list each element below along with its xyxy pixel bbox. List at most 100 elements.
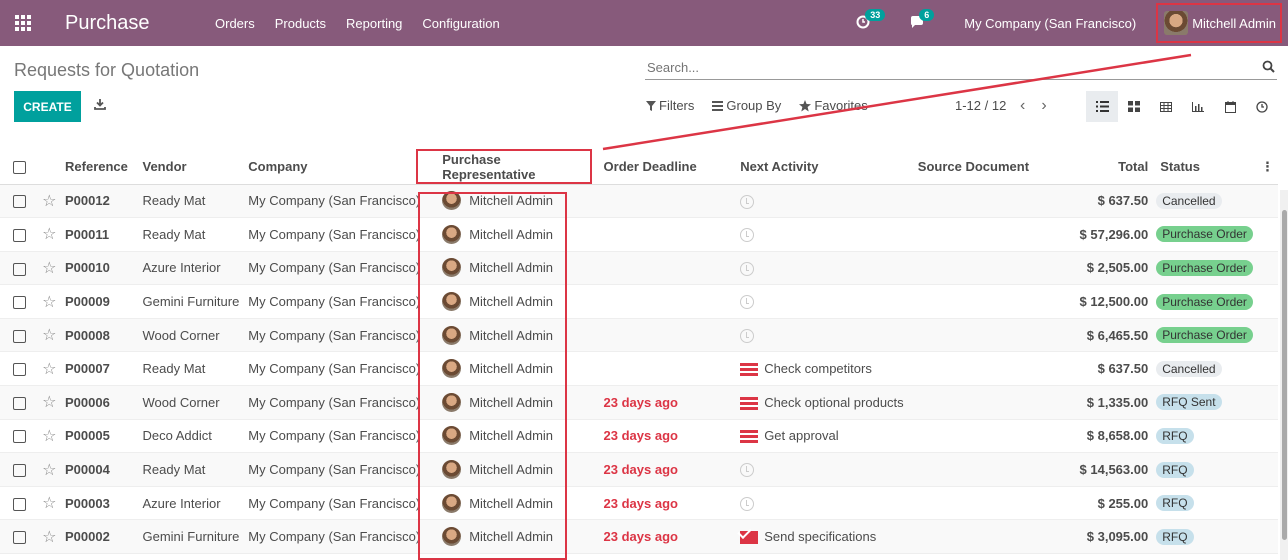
row-checkbox[interactable] bbox=[13, 228, 26, 242]
graph-view-button[interactable] bbox=[1182, 91, 1214, 122]
activity-clock-icon[interactable] bbox=[740, 194, 755, 209]
table-row[interactable]: ☆ P00009 Gemini Furniture My Company (San F… bbox=[0, 284, 1278, 319]
row-select-cell[interactable] bbox=[0, 452, 39, 487]
pager-previous-button[interactable]: ‹ bbox=[1020, 97, 1025, 115]
table-row[interactable]: ☆ P00007 Ready Mat My Company (San Francisc… bbox=[0, 351, 1278, 387]
activity-clock-icon[interactable] bbox=[740, 463, 755, 478]
priority-cell[interactable]: ☆ bbox=[38, 519, 62, 555]
row-select-cell[interactable] bbox=[0, 318, 39, 353]
table-row[interactable]: ☆ P00003 Azure Interior My Company (San Fra… bbox=[0, 486, 1278, 521]
column-purchase-representative[interactable]: Purchase Representative bbox=[424, 150, 600, 185]
activity-clock-icon[interactable] bbox=[740, 261, 755, 276]
scrollbar-thumb[interactable] bbox=[1282, 210, 1287, 540]
activity-clock-icon[interactable] bbox=[740, 295, 755, 310]
pivot-view-button[interactable] bbox=[1150, 91, 1182, 122]
priority-cell[interactable]: ☆ bbox=[38, 217, 62, 252]
priority-cell[interactable]: ☆ bbox=[38, 184, 62, 219]
row-checkbox[interactable] bbox=[13, 464, 26, 478]
download-icon[interactable] bbox=[94, 98, 106, 110]
pager-value[interactable]: 1-12 / 12 bbox=[955, 98, 1006, 113]
menu-orders[interactable]: Orders bbox=[215, 16, 255, 31]
column-status[interactable]: Status bbox=[1152, 150, 1257, 185]
search-icon[interactable] bbox=[1262, 60, 1275, 73]
activity-menu-button[interactable]: 33 bbox=[856, 9, 886, 31]
kanban-view-button[interactable] bbox=[1118, 91, 1150, 122]
priority-cell[interactable]: ☆ bbox=[38, 486, 62, 521]
select-all-checkbox[interactable] bbox=[13, 161, 26, 175]
activity-clock-icon[interactable] bbox=[740, 228, 755, 243]
messaging-menu-button[interactable]: 6 bbox=[910, 9, 935, 31]
row-checkbox[interactable] bbox=[13, 363, 26, 377]
select-all-cell[interactable] bbox=[0, 150, 39, 185]
pager-next-button[interactable]: › bbox=[1041, 97, 1046, 115]
table-row[interactable]: ☆ P00005 Deco Addict My Company (San Franci… bbox=[0, 419, 1278, 454]
table-row[interactable]: ☆ P00006 Wood Corner My Company (San Franci… bbox=[0, 385, 1278, 420]
table-row[interactable]: ☆ P00004 Ready Mat My Company (San Francisc… bbox=[0, 452, 1278, 487]
row-checkbox[interactable] bbox=[13, 430, 26, 444]
menu-products[interactable]: Products bbox=[275, 16, 326, 31]
row-checkbox[interactable] bbox=[13, 329, 26, 343]
activity-clock-icon[interactable] bbox=[740, 496, 755, 511]
priority-cell[interactable]: ☆ bbox=[38, 419, 62, 454]
row-checkbox[interactable] bbox=[13, 262, 26, 276]
row-checkbox[interactable] bbox=[13, 396, 26, 410]
todo-list-icon[interactable] bbox=[740, 363, 759, 377]
menu-reporting[interactable]: Reporting bbox=[346, 16, 402, 31]
priority-star-icon[interactable]: ☆ bbox=[42, 428, 56, 445]
priority-cell[interactable]: ☆ bbox=[38, 385, 62, 420]
priority-star-icon[interactable]: ☆ bbox=[42, 193, 56, 210]
row-select-cell[interactable] bbox=[0, 486, 39, 521]
priority-star-icon[interactable]: ☆ bbox=[42, 462, 56, 479]
app-title[interactable]: Purchase bbox=[65, 12, 215, 35]
priority-cell[interactable]: ☆ bbox=[38, 318, 62, 353]
column-reference[interactable]: Reference bbox=[61, 150, 139, 185]
priority-cell[interactable]: ☆ bbox=[38, 351, 62, 387]
priority-cell[interactable]: ☆ bbox=[38, 251, 62, 286]
row-select-cell[interactable] bbox=[0, 184, 39, 219]
create-button[interactable]: CREATE bbox=[14, 91, 81, 122]
priority-star-icon[interactable]: ☆ bbox=[42, 260, 56, 277]
favorites-button[interactable]: Favorites bbox=[799, 98, 868, 113]
filters-button[interactable]: Filters bbox=[646, 98, 694, 113]
optional-columns-toggle[interactable]: ⋮ bbox=[1256, 150, 1278, 185]
todo-list-icon[interactable] bbox=[740, 430, 759, 444]
calendar-view-button[interactable] bbox=[1214, 91, 1246, 122]
apps-menu-button[interactable] bbox=[0, 0, 46, 46]
row-select-cell[interactable] bbox=[0, 385, 39, 420]
row-select-cell[interactable] bbox=[0, 351, 39, 387]
priority-star-icon[interactable]: ☆ bbox=[42, 529, 56, 546]
user-menu[interactable]: Mitchell Admin bbox=[1156, 3, 1282, 43]
menu-configuration[interactable]: Configuration bbox=[422, 16, 499, 31]
todo-list-icon[interactable] bbox=[740, 396, 759, 410]
priority-star-icon[interactable]: ☆ bbox=[42, 294, 56, 311]
priority-star-icon[interactable]: ☆ bbox=[42, 495, 56, 512]
priority-star-icon[interactable]: ☆ bbox=[42, 327, 56, 344]
column-company[interactable]: Company bbox=[244, 150, 425, 185]
column-order-deadline[interactable]: Order Deadline bbox=[599, 150, 737, 185]
row-select-cell[interactable] bbox=[0, 519, 39, 555]
row-checkbox[interactable] bbox=[13, 531, 26, 545]
priority-star-icon[interactable]: ☆ bbox=[42, 226, 56, 243]
activity-clock-icon[interactable] bbox=[740, 328, 755, 343]
vertical-scrollbar[interactable] bbox=[1280, 190, 1288, 560]
column-vendor[interactable]: Vendor bbox=[138, 150, 245, 185]
priority-cell[interactable]: ☆ bbox=[38, 452, 62, 487]
table-row[interactable]: ☆ P00011 Ready Mat My Company (San Francisc… bbox=[0, 217, 1278, 252]
priority-cell[interactable]: ☆ bbox=[38, 284, 62, 319]
company-switcher[interactable]: My Company (San Francisco) bbox=[964, 16, 1136, 31]
table-row[interactable]: ☆ P00008 Wood Corner My Company (San Franci… bbox=[0, 318, 1278, 353]
row-select-cell[interactable] bbox=[0, 217, 39, 252]
column-next-activity[interactable]: Next Activity bbox=[736, 150, 914, 185]
row-select-cell[interactable] bbox=[0, 284, 39, 319]
row-checkbox[interactable] bbox=[13, 195, 26, 209]
list-view-button[interactable] bbox=[1086, 91, 1118, 122]
search-input[interactable] bbox=[645, 56, 1245, 75]
priority-star-icon[interactable]: ☆ bbox=[42, 361, 56, 378]
groupby-button[interactable]: Group By bbox=[712, 98, 781, 113]
row-checkbox[interactable] bbox=[13, 296, 26, 310]
column-source-document[interactable]: Source Document bbox=[913, 150, 1035, 185]
row-select-cell[interactable] bbox=[0, 251, 39, 286]
row-checkbox[interactable] bbox=[13, 497, 26, 511]
table-row[interactable]: ☆ P00002 Gemini Furniture My Company (San F… bbox=[0, 519, 1278, 555]
column-total[interactable]: Total bbox=[1034, 150, 1153, 185]
